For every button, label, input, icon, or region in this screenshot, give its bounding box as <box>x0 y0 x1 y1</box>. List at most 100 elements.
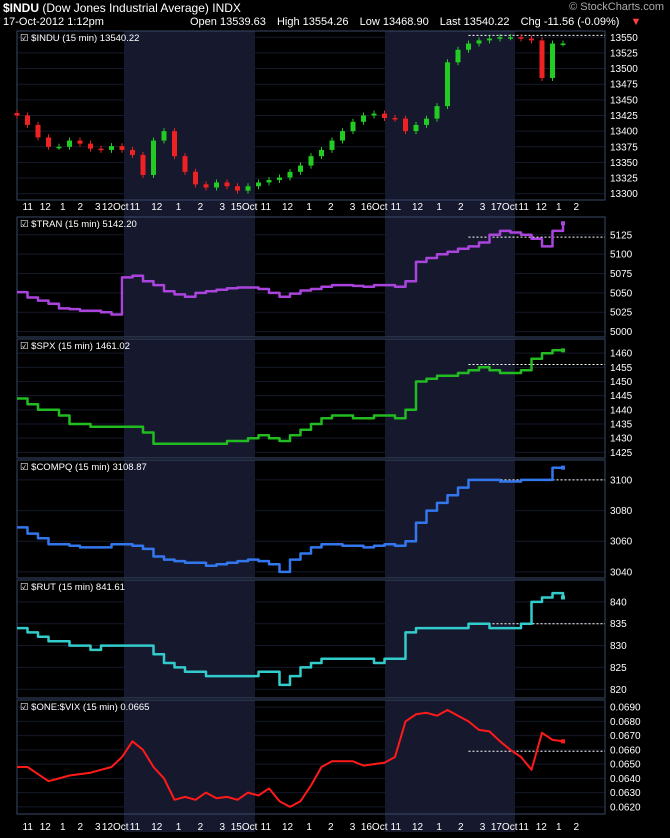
x-tick-label: 3 <box>480 822 486 833</box>
x-tick-label: 12 <box>536 822 548 833</box>
candle-body <box>424 118 429 125</box>
x-tick-label: 2 <box>198 202 204 213</box>
candle-body <box>88 143 93 149</box>
y-tick-label: 5075 <box>610 269 633 280</box>
y-tick-label: 1455 <box>610 363 633 374</box>
last-value-marker <box>561 739 565 744</box>
x-tick-label: 12 <box>40 202 52 213</box>
x-tick-label: 17Oct <box>491 202 518 213</box>
x-tick-label: 2 <box>458 202 464 213</box>
candle-body <box>35 124 41 138</box>
candle-body <box>182 156 188 172</box>
candle-body <box>203 184 209 188</box>
y-tick-label: 13500 <box>610 64 638 75</box>
candle-body <box>266 179 272 183</box>
panel-title: ☑ $INDU (15 min) 13540.22 <box>20 33 139 44</box>
y-tick-label: 0.0620 <box>610 802 641 813</box>
last-value-marker <box>561 348 565 353</box>
candle-body <box>98 148 104 151</box>
candle-body <box>256 182 261 187</box>
y-tick-label: 5025 <box>610 308 633 319</box>
candle-body <box>487 38 492 41</box>
y-tick-label: 0.0690 <box>610 703 641 714</box>
x-tick-label: 11 <box>23 202 34 213</box>
x-tick-label: 3 <box>95 822 101 833</box>
x-tick-label: 12 <box>282 822 294 833</box>
panel-border <box>16 459 606 579</box>
x-tick-label: 11 <box>130 202 141 213</box>
panel-border <box>16 579 606 699</box>
last-value-marker <box>561 221 565 226</box>
candle-body <box>172 131 177 157</box>
x-tick-label: 11 <box>261 202 272 213</box>
candle-body <box>161 131 167 141</box>
candle-body <box>287 171 293 178</box>
x-tick-label: 3 <box>219 202 225 213</box>
day-shade <box>124 700 255 814</box>
candle-body <box>151 140 156 175</box>
candle-body <box>140 154 146 175</box>
x-tick-label: 1 <box>306 822 312 833</box>
y-tick-label: 13450 <box>610 95 638 106</box>
y-tick-label: 1440 <box>610 405 633 416</box>
y-tick-label: 1445 <box>610 391 633 402</box>
y-tick-label: 13350 <box>610 158 638 169</box>
candle-body <box>340 131 345 141</box>
candle-body <box>46 137 51 147</box>
y-tick-label: 13425 <box>610 111 638 122</box>
x-tick-label: 11 <box>391 202 402 213</box>
candle-body <box>109 146 114 150</box>
panel-border <box>16 699 606 815</box>
y-tick-label: 1430 <box>610 434 633 445</box>
x-tick-label: 1 <box>556 822 562 833</box>
x-tick-label: 2 <box>573 202 579 213</box>
x-tick-label: 12 <box>40 822 52 833</box>
x-tick-label: 16Oct <box>361 202 388 213</box>
x-tick-label: 11 <box>261 822 272 833</box>
last-value-marker <box>561 465 565 470</box>
panel-title: ☑ $SPX (15 min) 1461.02 <box>20 341 130 352</box>
x-tick-label: 12 <box>412 202 424 213</box>
candle-body <box>319 149 324 157</box>
y-tick-label: 3100 <box>610 475 633 486</box>
y-tick-label: 0.0670 <box>610 731 641 742</box>
candle-body <box>508 37 513 39</box>
candle-body <box>224 182 230 187</box>
y-tick-label: 5050 <box>610 288 633 299</box>
x-tick-label: 17Oct <box>491 822 518 833</box>
x-tick-label: 1 <box>436 202 442 213</box>
y-tick-label: 1435 <box>610 420 633 431</box>
y-tick-label: 13375 <box>610 142 638 153</box>
candle-body <box>67 140 72 147</box>
candle-body <box>455 49 461 63</box>
panel-title: ☑ $TRAN (15 min) 5142.20 <box>20 219 137 230</box>
day-shade <box>124 460 255 578</box>
x-tick-label: 1 <box>176 202 182 213</box>
panel-title: ☑ $RUT (15 min) 841.61 <box>20 582 125 593</box>
x-tick-label: 11 <box>519 822 530 833</box>
y-tick-label: 13400 <box>610 127 638 138</box>
y-tick-label: 5125 <box>610 230 633 241</box>
x-tick-label: 11 <box>23 822 34 833</box>
y-tick-label: 1425 <box>610 448 633 459</box>
candle-body <box>392 118 398 120</box>
x-tick-label: 2 <box>458 822 464 833</box>
chart-canvas: 13300 13325 13350 13375 13400 13425 13450 13475… <box>14 30 641 833</box>
candle-body <box>476 40 482 44</box>
y-tick-label: 840 <box>610 597 627 608</box>
candle-body <box>119 146 125 150</box>
x-tick-label: 1 <box>306 202 312 213</box>
x-tick-label: 2 <box>198 822 204 833</box>
candle-body <box>413 124 419 132</box>
candle-body <box>56 146 62 149</box>
y-tick-label: 0.0630 <box>610 788 641 799</box>
x-tick-label: 3 <box>350 822 356 833</box>
panel-title: ☑ $ONE:$VIX (15 min) 0.0665 <box>20 702 149 713</box>
x-tick-label: 12Oct <box>102 822 129 833</box>
candle-body <box>214 182 219 188</box>
candle-body <box>308 156 314 166</box>
x-tick-label: 16Oct <box>361 822 388 833</box>
y-tick-label: 820 <box>610 685 627 696</box>
y-tick-label: 3080 <box>610 506 633 517</box>
candle-body <box>382 113 387 119</box>
